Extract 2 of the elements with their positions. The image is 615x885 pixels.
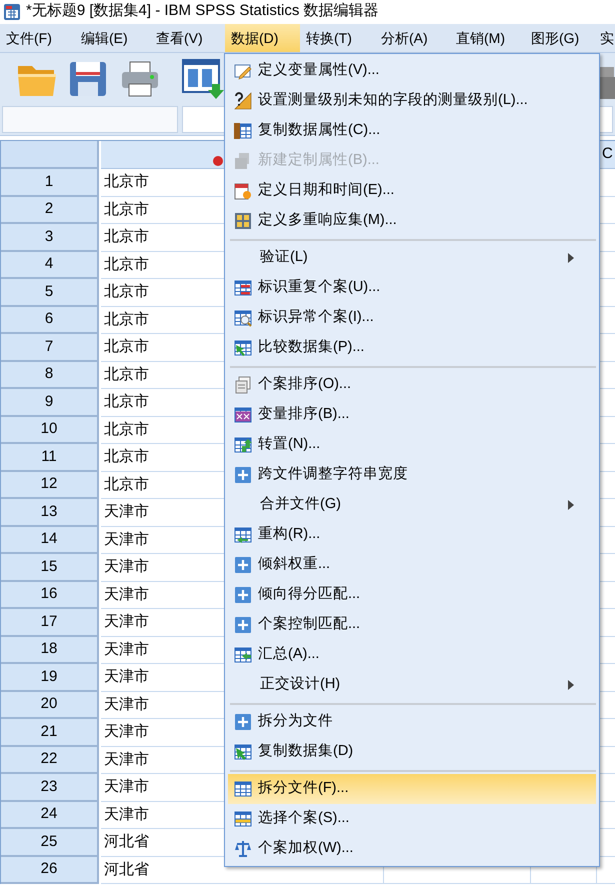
column-header-text: C bbox=[602, 144, 613, 164]
window-title: *无标题9 [数据集4] - IBM SPSS Statistics 数据编辑器 bbox=[26, 1, 379, 22]
